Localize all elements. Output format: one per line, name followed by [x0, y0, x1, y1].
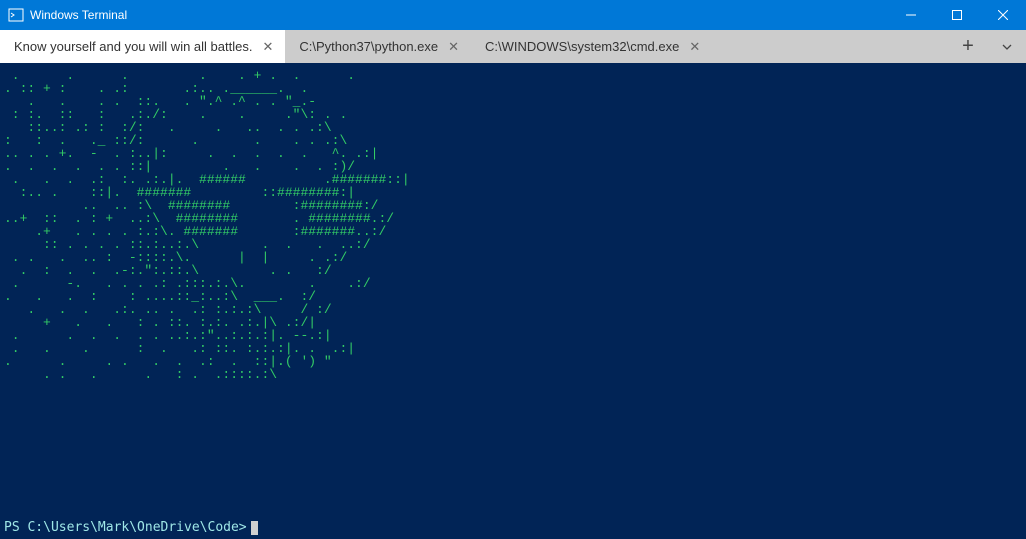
terminal-app-icon: [8, 7, 24, 23]
tab-label: C:\WINDOWS\system32\cmd.exe: [485, 39, 679, 54]
prompt-text: PS C:\Users\Mark\OneDrive\Code>: [4, 520, 247, 535]
minimize-button[interactable]: [888, 0, 934, 30]
tab-close-icon[interactable]: ✕: [262, 40, 273, 53]
tab-close-icon[interactable]: ✕: [448, 40, 459, 53]
app-title: Windows Terminal: [30, 8, 127, 22]
cursor: [251, 521, 258, 535]
close-button[interactable]: [980, 0, 1026, 30]
maximize-button[interactable]: [934, 0, 980, 30]
prompt-line[interactable]: PS C:\Users\Mark\OneDrive\Code>: [4, 520, 258, 535]
new-tab-button[interactable]: +: [948, 30, 988, 63]
tab-bar-spacer: [712, 30, 948, 63]
tab-2[interactable]: C:\WINDOWS\system32\cmd.exe ✕: [471, 30, 712, 63]
window: Windows Terminal Know yourself and you w…: [0, 0, 1026, 539]
tab-dropdown-button[interactable]: [988, 30, 1026, 63]
ascii-art-output: . . . . . + . . . . :: + : . .: .:.. .__…: [4, 69, 1026, 381]
terminal-body[interactable]: . . . . . + . . . . :: + : . .: .:.. .__…: [0, 63, 1026, 539]
tab-actions: +: [948, 30, 1026, 63]
tab-1[interactable]: C:\Python37\python.exe ✕: [285, 30, 471, 63]
tab-label: Know yourself and you will win all battl…: [14, 39, 252, 54]
tab-close-icon[interactable]: ✕: [689, 40, 700, 53]
tab-label: C:\Python37\python.exe: [299, 39, 438, 54]
tab-0[interactable]: Know yourself and you will win all battl…: [0, 30, 285, 63]
tab-bar: Know yourself and you will win all battl…: [0, 30, 1026, 63]
titlebar[interactable]: Windows Terminal: [0, 0, 1026, 30]
